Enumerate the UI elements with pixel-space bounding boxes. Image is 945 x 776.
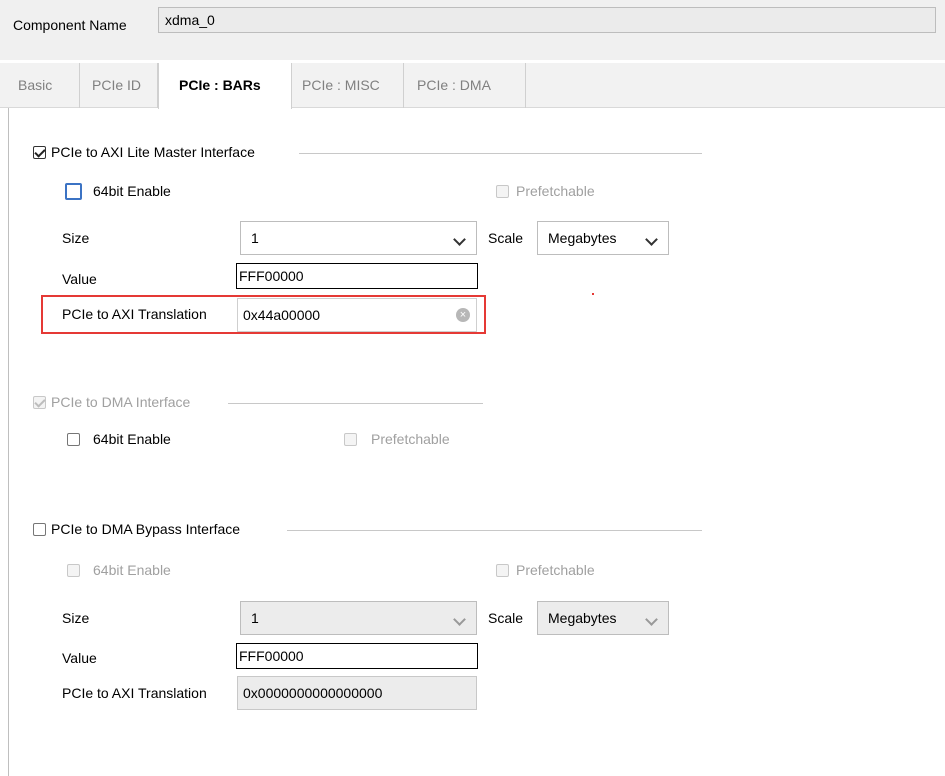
dma-prefetch-checkbox[interactable] [344, 433, 357, 446]
dma-64bit-checkbox[interactable] [67, 433, 80, 446]
bypass-group-title: PCIe to DMA Bypass Interface [51, 521, 241, 537]
component-name-label: Component Name [13, 17, 127, 33]
tab-basic[interactable]: Basic [0, 63, 80, 108]
axi-lite-scale-label: Scale [488, 230, 524, 246]
axi-lite-64bit-label: 64bit Enable [93, 183, 171, 199]
bypass-translation-value: 0x0000000000000000 [243, 685, 383, 701]
dma-group-title: PCIe to DMA Interface [51, 394, 191, 410]
tab-pcie-dma[interactable]: PCIe : DMA [404, 63, 526, 108]
bypass-64bit-checkbox[interactable] [67, 564, 80, 577]
bypass-prefetch-label: Prefetchable [516, 562, 595, 578]
bypass-translation-input[interactable]: 0x0000000000000000 [237, 676, 477, 710]
axi-lite-64bit-checkbox[interactable] [65, 183, 82, 200]
axi-lite-value-label: Value [62, 271, 97, 287]
tab-pcie-bars[interactable]: PCIe : BARs [158, 63, 292, 109]
chevron-down-icon [645, 233, 658, 246]
dma-enable-checkbox[interactable] [33, 396, 46, 409]
axi-lite-prefetch-checkbox[interactable] [496, 185, 509, 198]
bypass-value-input[interactable]: FFF00000 [236, 643, 478, 669]
tab-pcie-id[interactable]: PCIe ID [80, 63, 158, 108]
highlight-box [41, 295, 486, 334]
component-name-input[interactable]: xdma_0 [158, 7, 936, 33]
axi-lite-size-value: 1 [251, 230, 259, 246]
bypass-scale-select[interactable]: Megabytes [537, 601, 669, 635]
dma-64bit-label: 64bit Enable [93, 431, 171, 447]
axi-lite-enable-checkbox[interactable] [33, 146, 46, 159]
tab-bar: Basic PCIe ID PCIe : BARs PCIe : MISC PC… [0, 63, 945, 109]
axi-lite-prefetch-label: Prefetchable [516, 183, 595, 199]
chevron-down-icon [645, 613, 658, 626]
axi-lite-scale-value: Megabytes [548, 230, 617, 246]
bypass-translation-label: PCIe to AXI Translation [62, 685, 207, 701]
axi-lite-value-input[interactable]: FFF00000 [236, 263, 478, 289]
bypass-64bit-label: 64bit Enable [93, 562, 171, 578]
axi-lite-group-title: PCIe to AXI Lite Master Interface [51, 144, 255, 160]
bypass-enable-checkbox[interactable] [33, 523, 46, 536]
highlight-dot [592, 293, 594, 295]
bypass-prefetch-checkbox[interactable] [496, 564, 509, 577]
group-divider [287, 530, 702, 531]
dma-prefetch-label: Prefetchable [371, 431, 450, 447]
bypass-scale-value: Megabytes [548, 610, 617, 626]
chevron-down-icon [453, 233, 466, 246]
bypass-scale-label: Scale [488, 610, 524, 626]
group-divider [299, 153, 702, 154]
bypass-value-label: Value [62, 650, 97, 666]
axi-lite-size-label: Size [62, 230, 90, 246]
axi-lite-size-select[interactable]: 1 [240, 221, 477, 255]
bypass-size-select[interactable]: 1 [240, 601, 477, 635]
axi-lite-scale-select[interactable]: Megabytes [537, 221, 669, 255]
panel-border [8, 108, 9, 776]
tab-pcie-misc[interactable]: PCIe : MISC [292, 63, 404, 108]
chevron-down-icon [453, 613, 466, 626]
bypass-size-label: Size [62, 610, 90, 626]
bypass-size-value: 1 [251, 610, 259, 626]
group-divider [228, 403, 483, 404]
